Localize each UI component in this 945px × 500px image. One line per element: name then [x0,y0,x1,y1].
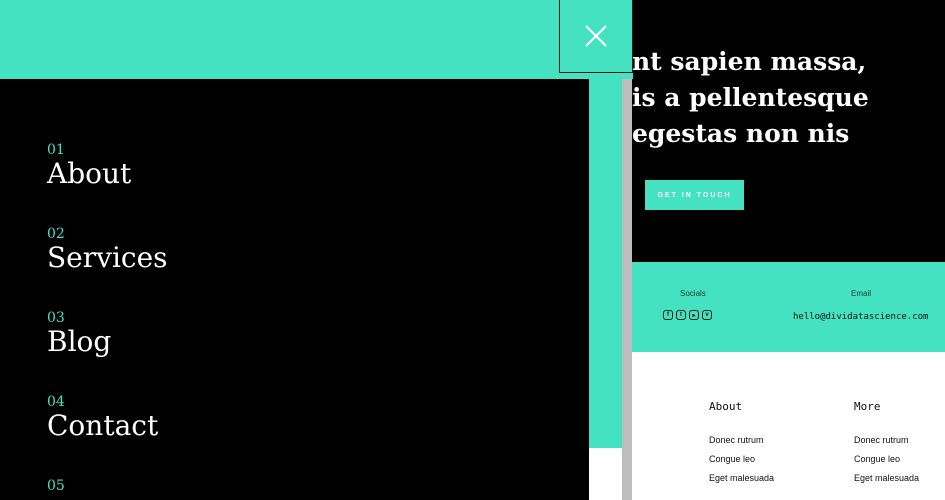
socials-label: Socials [680,289,706,298]
menu-overlay-header [0,0,633,79]
menu-panel: 01 About 02 Services 03 Blog 04 Contact … [0,79,589,500]
close-icon [585,25,607,47]
menu-overlay-accent [589,79,622,448]
menu-item-about[interactable]: 01 About [47,143,131,191]
email-label: Email [851,289,872,298]
footer-link[interactable]: Donec rutrum [709,435,774,445]
menu-item-contact[interactable]: 04 Contact [47,395,158,443]
menu-item-number: 02 [47,226,65,242]
get-in-touch-button[interactable]: GET IN TOUCH [645,180,744,210]
vimeo-icon[interactable]: v [702,310,712,320]
facebook-icon[interactable]: f [663,310,673,320]
close-menu-button[interactable] [559,0,633,73]
menu-overlay-edge [589,448,622,500]
menu-item-number: 03 [47,310,65,326]
menu-item-number: 05 [47,478,65,494]
footer-column-title: About [709,400,743,413]
hero-line-2: is a pellentesque [632,83,869,112]
menu-item-label: Services [47,241,168,274]
menu-item-number: 01 [47,142,65,158]
contact-info-band [632,262,945,352]
youtube-icon[interactable]: ▸ [689,310,699,320]
page-divider [622,79,632,500]
hero-line-1: nt sapien massa, [632,47,867,76]
hero-heading: nt sapien massa, is a pellentesque egest… [632,44,945,152]
footer-link[interactable]: Donec rutrum [854,435,919,445]
menu-item-services[interactable]: 02 Services [47,227,168,275]
footer-column-title: More [854,400,881,413]
menu-item-number: 04 [47,394,65,410]
social-icons: f t ▸ v [663,310,712,320]
footer-link[interactable]: Congue leo [854,454,919,464]
menu-item-label: Contact [47,409,159,442]
footer-link[interactable]: Eget malesuada [709,473,774,483]
hero-line-3: egestas non nis [632,119,850,148]
email-address[interactable]: hello@dividatascience.com [793,312,928,322]
menu-item-blog[interactable]: 03 Blog [47,311,111,359]
footer-link[interactable]: Congue leo [709,454,774,464]
footer-link[interactable]: Eget malesuada [854,473,919,483]
menu-item-label: Blog [47,325,112,358]
twitter-icon[interactable]: t [676,310,686,320]
menu-item-05[interactable]: 05 [47,479,65,493]
footer-column-about: About Donec rutrum Congue leo Eget males… [709,400,774,492]
menu-item-label: About [47,157,132,190]
footer-column-more: More Donec rutrum Congue leo Eget malesu… [854,400,919,492]
